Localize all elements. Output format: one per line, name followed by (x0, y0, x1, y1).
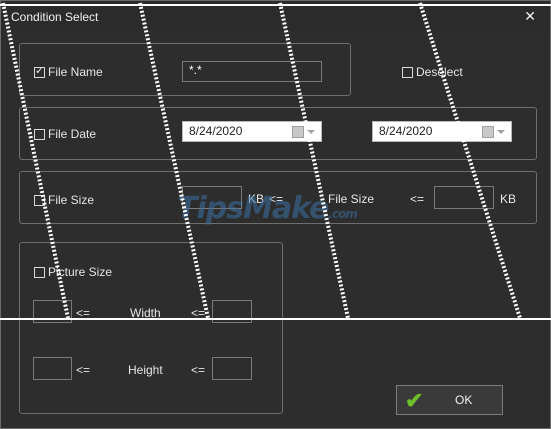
picture-size-check-box[interactable] (34, 266, 45, 278)
file-name-checkbox[interactable]: File Name (34, 64, 103, 79)
file-name-input[interactable]: *.* (182, 61, 322, 82)
width-op-1: <= (76, 306, 91, 320)
file-date-from-picker[interactable]: 8/24/2020 (182, 121, 322, 142)
file-name-check-box[interactable] (34, 64, 45, 78)
calendar-icon[interactable] (482, 126, 494, 138)
checkmark-icon: ✔ (405, 388, 424, 413)
file-date-from-value: 8/24/2020 (189, 124, 243, 138)
chevron-down-icon[interactable] (497, 130, 505, 134)
file-size-checkbox[interactable]: File Size (34, 193, 94, 207)
window-title: Condition Select (11, 10, 99, 24)
ok-button-label: OK (455, 393, 473, 407)
deselect-label: Deselect (416, 65, 463, 79)
deselect-checkbox[interactable]: Deselect (402, 65, 463, 79)
condition-select-window: Condition Select ✕ File Name *.* Deselec… (0, 0, 551, 429)
file-date-to-value: 8/24/2020 (379, 124, 433, 138)
height-op-1: <= (76, 363, 91, 377)
close-icon[interactable]: ✕ (524, 8, 536, 25)
watermark-logo: TipsMake.com (177, 191, 358, 226)
title-bar: Condition Select ✕ (1, 1, 550, 31)
height-min-input[interactable] (33, 357, 72, 380)
file-size-unit-2: KB (500, 192, 517, 206)
width-op-2: <= (191, 306, 206, 320)
ok-button[interactable]: ✔ OK (396, 385, 503, 415)
height-max-input[interactable] (212, 357, 252, 380)
width-label: Width (130, 306, 161, 320)
width-min-input[interactable] (33, 300, 72, 323)
file-size-check-box[interactable] (34, 194, 45, 206)
file-size-label: File Size (48, 193, 95, 207)
width-max-input[interactable] (212, 300, 252, 323)
file-name-label: File Name (48, 65, 103, 79)
calendar-icon[interactable] (292, 126, 304, 138)
file-date-label: File Date (48, 127, 97, 141)
chevron-down-icon[interactable] (307, 130, 315, 134)
file-date-checkbox[interactable]: File Date (34, 127, 96, 141)
file-date-check-box[interactable] (34, 128, 45, 140)
height-label: Height (128, 363, 163, 377)
height-op-2: <= (191, 363, 206, 377)
deselect-check-box[interactable] (402, 66, 413, 78)
file-size-op-2: <= (410, 192, 425, 206)
picture-size-checkbox[interactable]: Picture Size (34, 265, 112, 279)
file-size-max-input[interactable] (434, 186, 494, 209)
file-date-to-picker[interactable]: 8/24/2020 (372, 121, 512, 142)
picture-size-label: Picture Size (48, 265, 113, 279)
